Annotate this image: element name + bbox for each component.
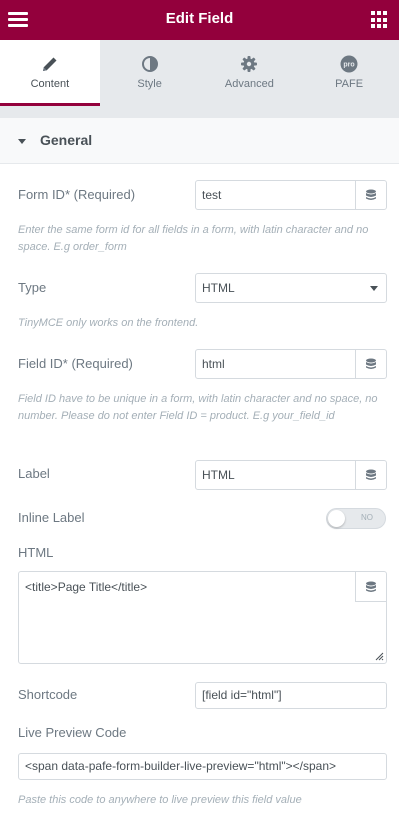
panel-tabs: Content Style Advanced pro PAFE [0,40,399,106]
field-id-description: Field ID have to be unique in a form, wi… [18,393,378,422]
svg-text:pro: pro [343,62,354,69]
toggle-state-text: NO [361,513,373,522]
tab-advanced-label: Advanced [224,78,274,90]
gear-icon [200,55,300,75]
database-icon[interactable] [355,350,386,378]
shortcode-value: [field id="html"] [202,688,282,702]
grid-icon[interactable] [371,11,389,29]
resize-handle-icon[interactable] [374,651,384,661]
field-id-value: html [202,357,225,371]
html-value: <title>Page Title</title> [25,580,148,594]
database-icon[interactable] [355,461,386,489]
live-preview-input[interactable]: <span data-pafe-form-builder-live-previe… [18,753,387,780]
chevron-down-icon [370,286,378,291]
shortcode-label: Shortcode [18,687,78,702]
toggle-knob [328,510,345,527]
database-icon[interactable] [355,181,386,209]
tab-content[interactable]: Content [0,40,100,106]
form-id-description: Enter the same form id for all fields in… [18,224,369,253]
type-value: HTML [202,281,235,295]
tab-style[interactable]: Style [100,40,200,106]
pafe-logo-icon: pro [299,55,399,75]
live-preview-description: Paste this code to anywhere to live prev… [18,794,302,806]
form-id-input[interactable]: test [195,180,387,210]
form-id-label: Form ID* (Required) [18,187,136,202]
type-description: TinyMCE only works on the frontend. [18,317,199,329]
half-circle-icon [100,55,200,75]
editor-header: Edit Field [0,0,399,40]
section-general[interactable]: General [0,118,399,164]
live-preview-label: Live Preview Code [18,725,127,740]
label-input[interactable]: HTML [195,460,387,490]
tabs-divider [0,106,399,118]
pencil-icon [0,55,100,75]
hamburger-icon[interactable] [8,10,28,30]
label-value: HTML [202,468,235,482]
shortcode-input[interactable]: [field id="html"] [195,682,387,709]
section-title: General [40,132,93,148]
tab-pafe[interactable]: pro PAFE [299,40,399,106]
type-label: Type [18,280,47,295]
tab-pafe-label: PAFE [335,78,364,90]
database-icon[interactable] [355,572,386,602]
tab-advanced[interactable]: Advanced [200,40,300,106]
tab-content-label: Content [30,78,70,90]
form-id-value: test [202,188,222,202]
type-select[interactable]: HTML [195,273,387,303]
field-id-input[interactable]: html [195,349,387,379]
caret-down-icon [18,139,26,144]
field-id-label: Field ID* (Required) [18,356,133,371]
html-textarea[interactable]: <title>Page Title</title> [18,571,387,664]
tab-style-label: Style [137,78,162,90]
label-label: Label [18,466,50,481]
panel-title: Edit Field [165,10,234,27]
live-preview-value: <span data-pafe-form-builder-live-previe… [25,759,337,773]
inline-label-toggle[interactable]: NO [326,508,386,529]
html-label: HTML [18,545,54,560]
inline-label-label: Inline Label [18,510,85,525]
